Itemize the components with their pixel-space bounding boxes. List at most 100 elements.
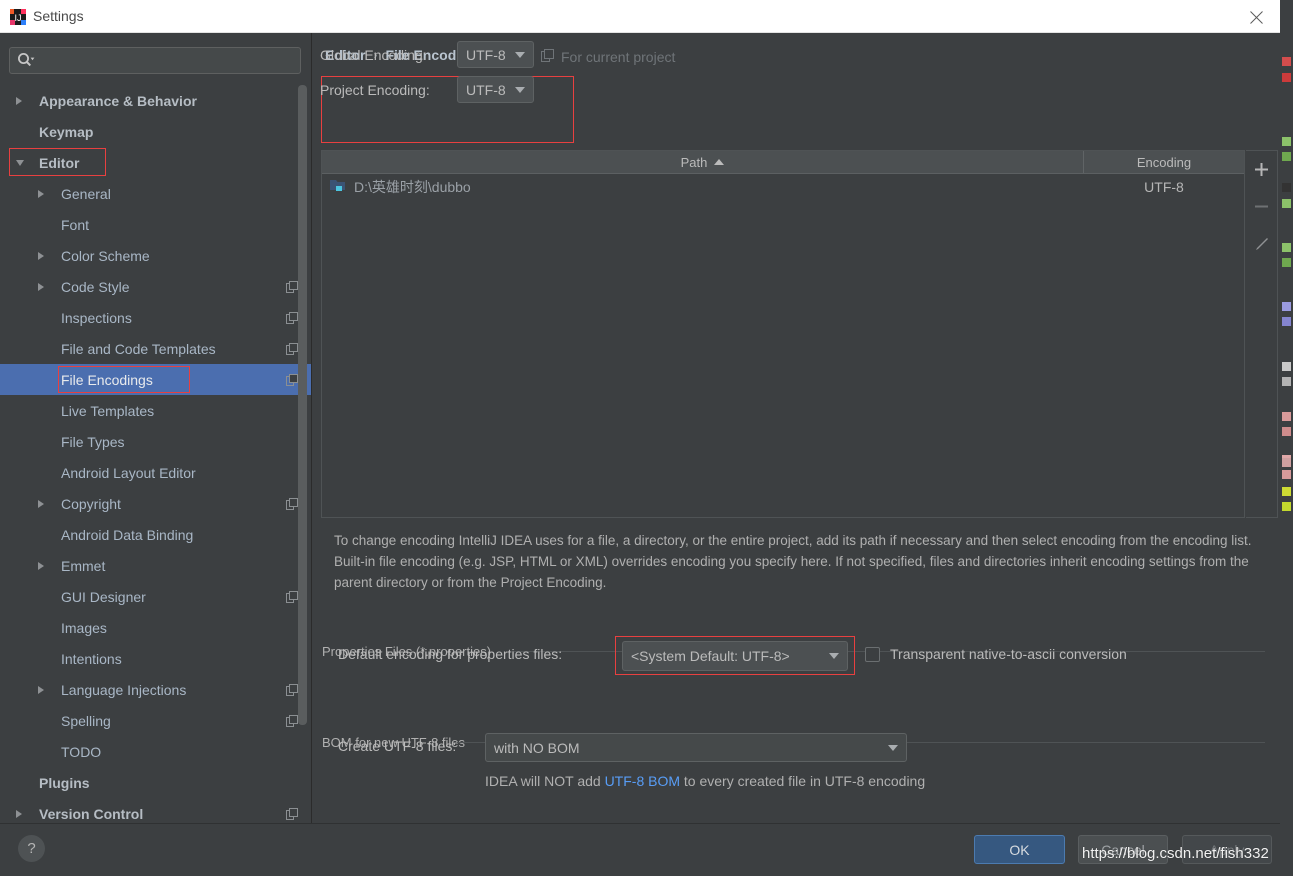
sidebar-item-emmet[interactable]: Emmet <box>0 550 311 581</box>
chevron-down-icon[interactable] <box>16 159 24 166</box>
create-utf8-combo[interactable]: with NO BOM <box>485 733 907 762</box>
chevron-right-icon[interactable] <box>16 96 22 105</box>
table-cell-path-label: D:\英雄时刻\dubbo <box>354 178 471 195</box>
bom-note-link[interactable]: UTF-8 BOM <box>605 773 680 789</box>
table-cell-path: D:\英雄时刻\dubbo <box>322 177 1084 197</box>
sidebar-item-gui-designer[interactable]: GUI Designer <box>0 581 311 612</box>
ide-marker <box>1282 302 1291 311</box>
sidebar-item-images[interactable]: Images <box>0 612 311 643</box>
sidebar-item-label: File and Code Templates <box>61 340 216 357</box>
window-title: Settings <box>33 8 84 24</box>
remove-button[interactable] <box>1246 188 1277 225</box>
sidebar-item-live-templates[interactable]: Live Templates <box>0 395 311 426</box>
chevron-right-icon[interactable] <box>38 189 44 198</box>
sidebar-item-appearance-behavior[interactable]: Appearance & Behavior <box>0 85 311 116</box>
edit-button[interactable] <box>1246 225 1277 262</box>
dialog-body: Appearance & Behavior Keymap Editor General… <box>0 33 1280 823</box>
sidebar-item-label: Version Control <box>39 805 144 822</box>
sidebar-item-language-injections[interactable]: Language Injections <box>0 674 311 705</box>
sidebar-item-label: GUI Designer <box>61 588 146 605</box>
sidebar-item-todo[interactable]: TODO <box>0 736 311 767</box>
sidebar-item-label: General <box>61 185 111 202</box>
sidebar-item-file-and-code-templates[interactable]: File and Code Templates <box>0 333 311 364</box>
project-encoding-combo[interactable]: UTF-8 <box>457 76 534 103</box>
copy-icon <box>286 342 298 358</box>
sidebar-item-inspections[interactable]: Inspections <box>0 302 311 333</box>
bom-note-suffix: to every created file in UTF-8 encoding <box>680 773 926 789</box>
sort-ascending-icon <box>714 159 725 165</box>
ide-marker <box>1282 317 1291 326</box>
ide-marker <box>1282 73 1291 82</box>
copy-icon <box>286 280 298 296</box>
ide-marker <box>1282 487 1291 496</box>
column-header-encoding[interactable]: Encoding <box>1084 151 1244 173</box>
close-icon[interactable] <box>1234 0 1280 33</box>
ide-marker <box>1282 258 1291 267</box>
global-encoding-row: Global Encoding: UTF-8 <box>320 41 534 68</box>
sidebar-item-android-layout-editor[interactable]: Android Layout Editor <box>0 457 311 488</box>
copy-icon <box>286 807 298 823</box>
ide-marker <box>1282 199 1291 208</box>
sidebar-item-copyright[interactable]: Copyright <box>0 488 311 519</box>
apply-button[interactable]: Apply <box>1182 835 1272 864</box>
transparent-conversion-checkbox[interactable] <box>865 646 880 662</box>
ide-marker <box>1282 412 1291 421</box>
sidebar-item-code-style[interactable]: Code Style <box>0 271 311 302</box>
settings-tree[interactable]: Appearance & Behavior Keymap Editor General… <box>0 85 311 823</box>
sidebar-item-android-data-binding[interactable]: Android Data Binding <box>0 519 311 550</box>
create-utf8-value: with NO BOM <box>494 739 580 756</box>
sidebar-item-label: Appearance & Behavior <box>39 92 197 109</box>
background-ide-strip <box>1280 0 1293 876</box>
column-header-encoding-label: Encoding <box>1136 154 1192 170</box>
sidebar-item-intentions[interactable]: Intentions <box>0 643 311 674</box>
sidebar-item-keymap[interactable]: Keymap <box>0 116 311 147</box>
svg-text:IJ: IJ <box>14 13 21 23</box>
sidebar-scrollbar-thumb[interactable] <box>298 85 307 725</box>
sidebar-item-spelling[interactable]: Spelling <box>0 705 311 736</box>
dialog-footer: ? OK Cancel Apply <box>0 823 1280 876</box>
bom-note: IDEA will NOT add UTF-8 BOM to every cre… <box>485 773 925 789</box>
window-titlebar: IJ Settings <box>0 0 1280 33</box>
sidebar-item-color-scheme[interactable]: Color Scheme <box>0 240 311 271</box>
default-encoding-label: Default encoding for properties files: <box>338 646 563 662</box>
table-header: Path Encoding <box>322 151 1244 174</box>
column-header-path-label: Path <box>680 154 708 170</box>
sidebar-item-general[interactable]: General <box>0 178 311 209</box>
sidebar-item-file-types[interactable]: File Types <box>0 426 311 457</box>
encodings-table: Path Encoding D:\英雄时刻\dubbo UTF-8 <box>321 150 1245 518</box>
search-field[interactable] <box>9 47 301 74</box>
global-encoding-value: UTF-8 <box>466 46 506 63</box>
ide-marker <box>1282 362 1291 371</box>
sidebar-item-label: TODO <box>61 743 102 760</box>
chevron-down-icon <box>515 86 525 93</box>
copy-icon <box>286 373 298 389</box>
cancel-button[interactable]: Cancel <box>1078 835 1168 864</box>
add-button[interactable] <box>1246 151 1277 188</box>
sidebar-item-plugins[interactable]: Plugins <box>0 767 311 798</box>
sidebar-item-label: Emmet <box>61 557 106 574</box>
sidebar-item-label: File Encodings <box>61 371 153 388</box>
chevron-right-icon[interactable] <box>38 282 44 291</box>
sidebar-item-editor[interactable]: Editor <box>0 147 311 178</box>
ide-marker <box>1282 427 1291 436</box>
sidebar-item-font[interactable]: Font <box>0 209 311 240</box>
ok-button[interactable]: OK <box>974 835 1065 864</box>
chevron-right-icon[interactable] <box>38 685 44 694</box>
description-text: To change encoding IntelliJ IDEA uses fo… <box>334 533 1252 590</box>
column-header-path[interactable]: Path <box>322 151 1084 173</box>
intellij-idea-icon: IJ <box>10 9 26 25</box>
search-input[interactable] <box>9 47 301 74</box>
table-cell-encoding: UTF-8 <box>1144 178 1184 195</box>
transparent-conversion-row[interactable]: Transparent native-to-ascii conversion <box>865 646 1127 662</box>
global-encoding-combo[interactable]: UTF-8 <box>457 41 534 68</box>
chevron-right-icon[interactable] <box>38 499 44 508</box>
help-button[interactable]: ? <box>18 835 45 862</box>
ide-marker <box>1282 57 1291 66</box>
table-row[interactable]: D:\英雄时刻\dubbo UTF-8 <box>322 174 1244 199</box>
default-properties-encoding-combo[interactable]: <System Default: UTF-8> <box>622 641 848 671</box>
chevron-right-icon[interactable] <box>16 809 22 818</box>
sidebar-item-version-control[interactable]: Version Control <box>0 798 311 823</box>
chevron-right-icon[interactable] <box>38 561 44 570</box>
chevron-right-icon[interactable] <box>38 251 44 260</box>
sidebar-item-file-encodings[interactable]: File Encodings <box>0 364 311 395</box>
